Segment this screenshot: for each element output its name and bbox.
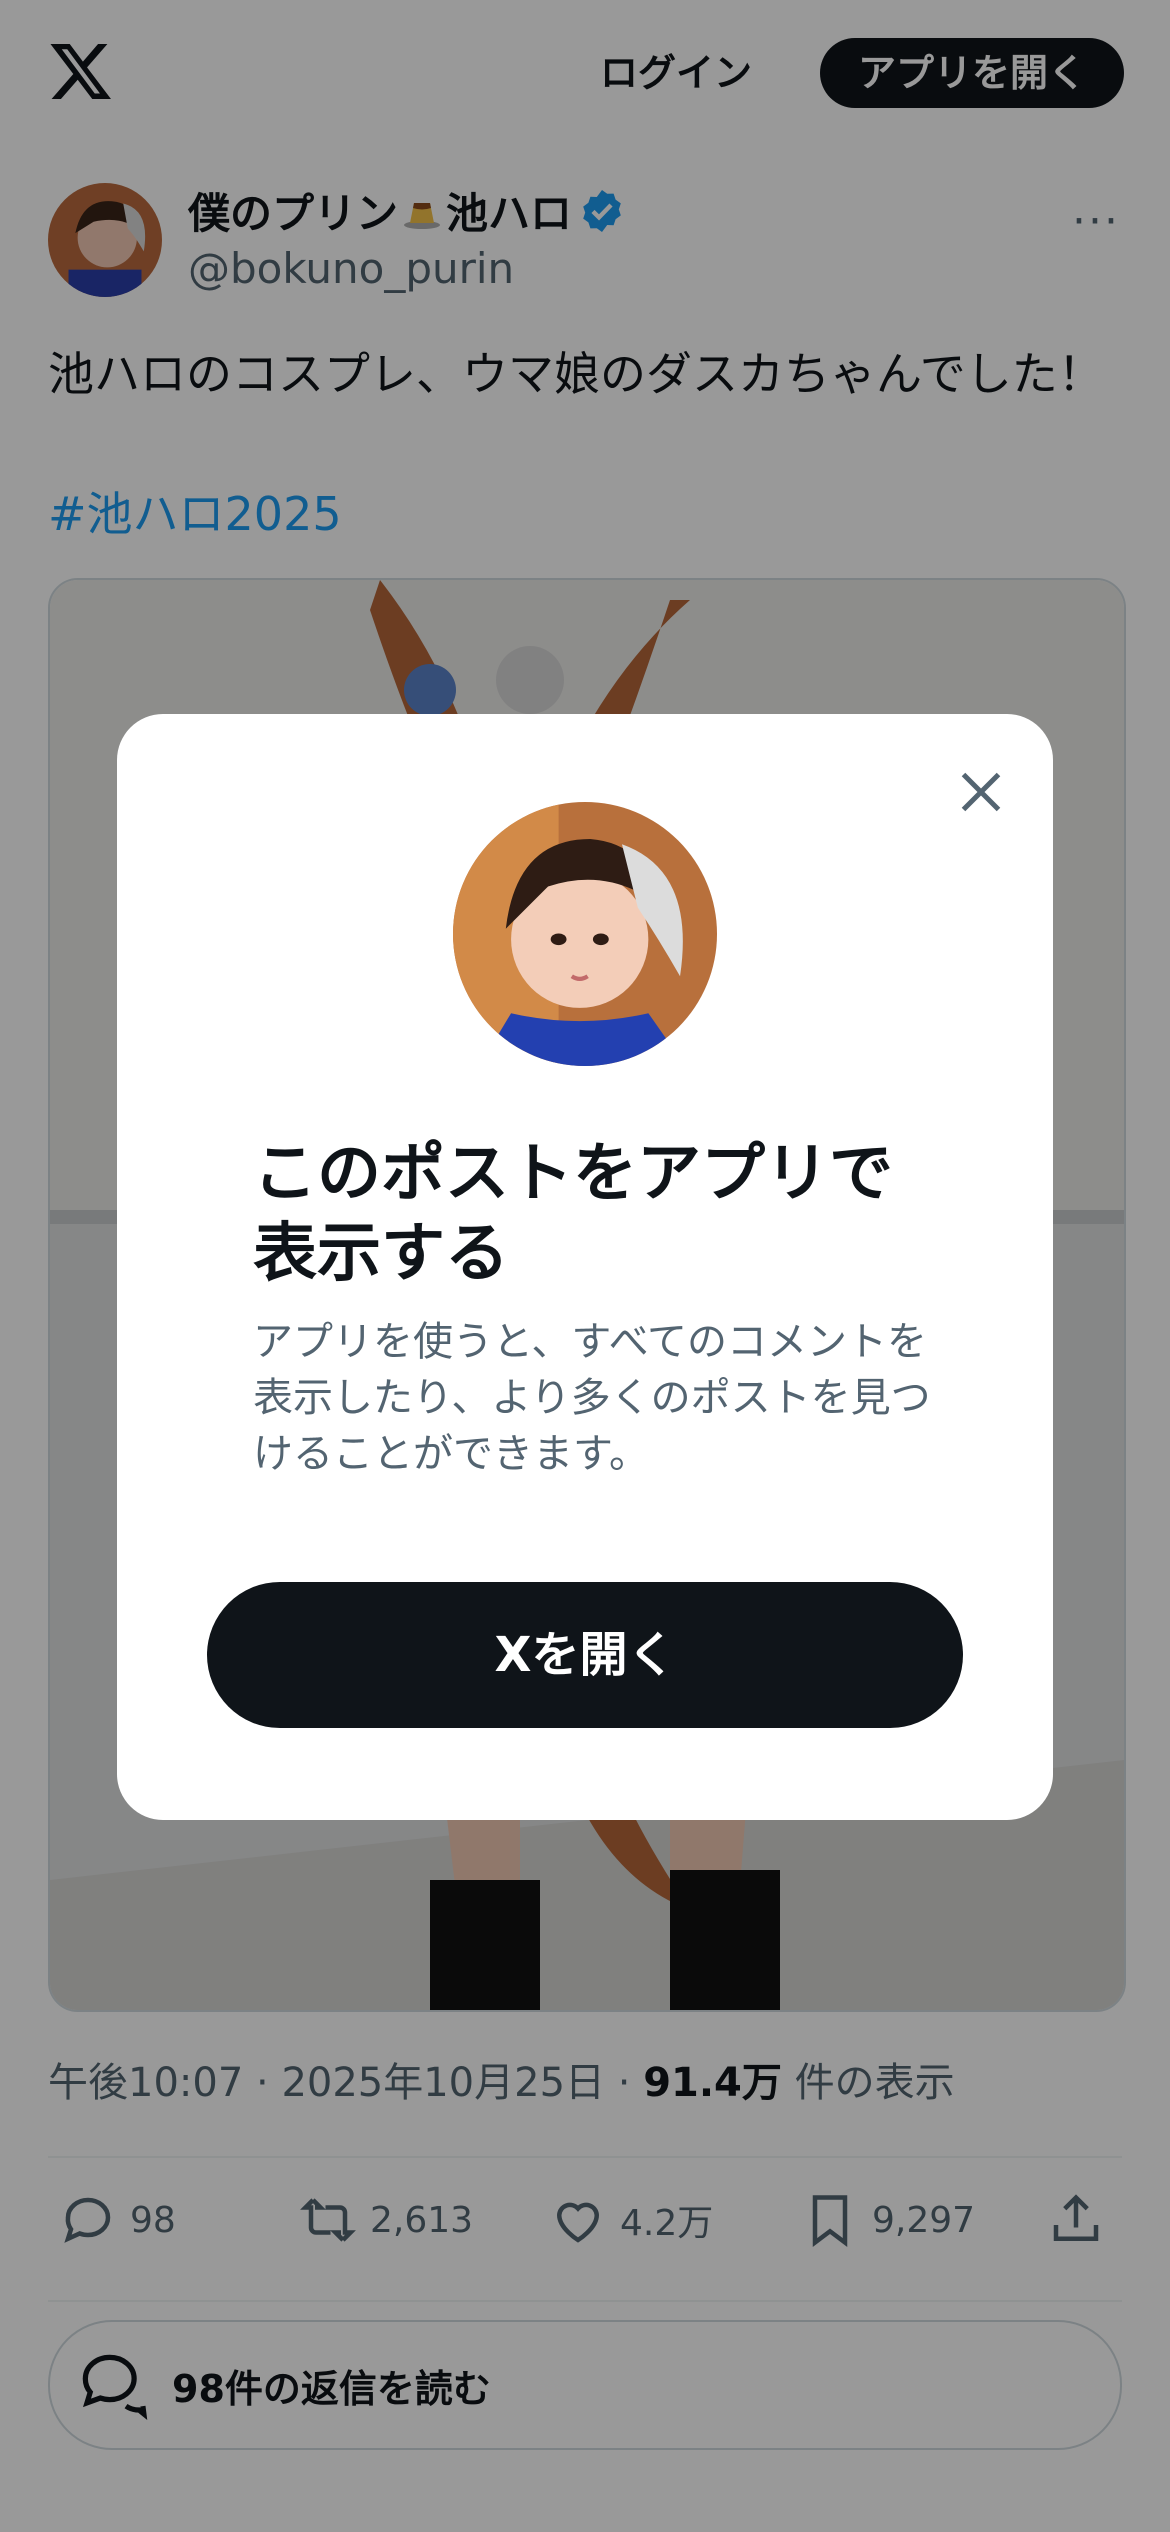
close-icon[interactable] xyxy=(951,762,1011,822)
open-x-button[interactable]: Xを開く xyxy=(207,1582,963,1728)
dialog-description: アプリを使うと、すべてのコメントを表示したり、より多くのポストを見つけることがで… xyxy=(253,1319,931,1477)
post-page: ログイン アプリを開く 僕のプリン 池ハロ @bokuno_purin ··· … xyxy=(0,0,1170,2532)
dialog-title: このポストをアプリで表示する xyxy=(253,1137,893,1291)
dialog-avatar xyxy=(453,802,717,1066)
open-in-app-dialog: このポストをアプリで表示する アプリを使うと、すべてのコメントを表示したり、より… xyxy=(117,714,1053,1820)
